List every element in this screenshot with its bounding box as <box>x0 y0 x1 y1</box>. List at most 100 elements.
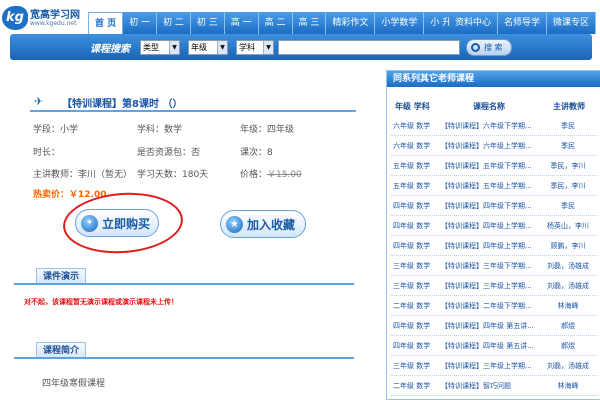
table-row[interactable]: 六年级 数学 【特训课程】六年级上学期... 季民 <box>391 136 597 156</box>
secondary-nav: 资料中心 名师导学 微课专区 <box>448 12 596 34</box>
main-nav: 首 页 初 一 初 二 初 三 高 一 高 二 高 三 精彩作文 小学数学 小 … <box>88 12 471 34</box>
col-header-teacher: 主讲教师 <box>553 102 585 111</box>
row-grade-subject: 六年级 数学 <box>393 122 431 130</box>
nav-item-teachers[interactable]: 名师导学 <box>497 12 547 34</box>
course-grade: 年级：四年级 <box>240 125 295 135</box>
related-courses-panel: 同系列其它老师课程 年级 学科 课程名称 主讲教师 六年级 数学 【特训课程】六… <box>386 70 600 400</box>
nav-item-resources[interactable]: 资料中心 <box>448 12 498 34</box>
chevron-down-icon: ▼ <box>263 41 273 54</box>
row-teacher[interactable]: 季民，李川 <box>539 161 597 171</box>
subject-select-value: 学科 <box>239 43 255 52</box>
course-lessons: 课次：8 <box>240 148 273 158</box>
nav-item-grade12[interactable]: 高 三 <box>292 12 327 34</box>
table-row[interactable]: 四年级 数学 【特训课程】四年级 第五讲... 郝煜 <box>391 336 597 356</box>
row-grade-subject: 五年级 数学 <box>393 162 431 170</box>
course-subject: 学科：数学 <box>137 125 183 135</box>
nav-item-grade8[interactable]: 初 二 <box>157 12 191 34</box>
row-grade-subject: 四年级 数学 <box>393 342 431 350</box>
row-grade-subject: 二年级 数学 <box>393 302 431 310</box>
row-teacher[interactable]: 林海峰 <box>539 301 597 311</box>
nav-item-grade10[interactable]: 高 一 <box>224 12 259 34</box>
course-title-row: ✈ 【特训课程】第8课时 （） <box>30 94 356 111</box>
star-icon: ★ <box>226 216 243 233</box>
row-course-name[interactable]: 【特训课程】四年级上学期... <box>441 221 537 231</box>
row-grade-subject: 六年级 数学 <box>393 142 431 150</box>
course-resource-pack: 是否资源包：否 <box>137 148 201 158</box>
row-course-name[interactable]: 【特训课程】五年级下学期... <box>441 161 537 171</box>
price-original: ￥15.00 <box>267 170 302 180</box>
table-row[interactable]: 五年级 数学 【特训课程】五年级上学期... 季民，李川 <box>391 176 597 196</box>
site-logo[interactable]: kg 宽高学习网 www.kgedu.net <box>2 4 86 34</box>
grade-select-value: 年级 <box>191 43 207 52</box>
row-course-name[interactable]: 【特训课程】六年级下学期... <box>441 121 537 131</box>
nav-item-microclass[interactable]: 微课专区 <box>546 12 596 34</box>
row-course-name[interactable]: 【特训课程】六年级上学期... <box>441 141 537 151</box>
nav-item-grade11[interactable]: 高 二 <box>258 12 293 34</box>
row-course-name[interactable]: 【特训课程】智巧问题 <box>441 381 537 391</box>
chevron-down-icon: ▼ <box>217 41 227 54</box>
row-course-name[interactable]: 【特训课程】四年级 第五讲... <box>441 321 537 331</box>
table-row[interactable]: 四年级 数学 【特训课程】四年级下学期... 季民 <box>391 196 597 216</box>
table-row[interactable]: 三年级 数学 【特训课程】三年级下学期... 刘磊，汤雄成 <box>391 256 597 276</box>
intro-section-divider <box>14 357 354 359</box>
course-price: 价格：￥15.00 <box>240 167 302 180</box>
col-header-grade-subject: 年级 学科 <box>395 102 430 111</box>
table-row[interactable]: 四年级 数学 【特训课程】四年级 第五讲... 郝煜 <box>391 316 597 336</box>
grade-select[interactable]: 年级 ▼ <box>188 40 228 55</box>
row-teacher[interactable]: 季民 <box>539 121 597 131</box>
row-teacher[interactable]: 刘磊，汤雄成 <box>539 281 597 291</box>
row-teacher[interactable]: 郝煜 <box>539 321 597 331</box>
row-teacher[interactable]: 季民 <box>539 201 597 211</box>
table-row[interactable]: 四年级 数学 【特训课程】四年级上学期... 杨英山，李川 <box>391 216 597 236</box>
row-teacher[interactable]: 顾鹏，李川 <box>539 241 597 251</box>
table-row[interactable]: 五年级 数学 【特训课程】五年级下学期... 季民，李川 <box>391 156 597 176</box>
related-courses-title: 同系列其它老师课程 <box>387 71 600 87</box>
search-icon <box>471 43 480 52</box>
row-teacher[interactable]: 刘磊，汤雄成 <box>539 261 597 271</box>
row-grade-subject: 四年级 数学 <box>393 322 431 330</box>
row-teacher[interactable]: 季民，李川 <box>539 181 597 191</box>
type-select-value: 类型 <box>143 43 159 52</box>
nav-item-essays[interactable]: 精彩作文 <box>326 12 376 34</box>
table-row[interactable]: 三年级 数学 【特训课程】三年级上学期... 刘磊，汤雄成 <box>391 356 597 376</box>
col-header-course-name: 课程名称 <box>473 102 505 111</box>
course-search-bar: 课程搜索 类型 ▼ 年级 ▼ 学科 ▼ 搜 索 <box>10 34 592 60</box>
demo-section-header: 课件演示 <box>14 268 354 285</box>
search-button[interactable]: 搜 索 <box>466 39 512 56</box>
row-teacher[interactable]: 季民 <box>539 141 597 151</box>
row-course-name[interactable]: 【特训课程】五年级上学期... <box>441 181 537 191</box>
row-course-name[interactable]: 【特训课程】三年级下学期... <box>441 261 537 271</box>
course-study-days: 学习天数：180天 <box>137 170 209 180</box>
intro-text: 四年级寒假课程 <box>42 379 106 389</box>
logo-mark: kg <box>2 6 28 30</box>
nav-item-home[interactable]: 首 页 <box>88 12 124 34</box>
row-course-name[interactable]: 【特训课程】四年级下学期... <box>441 201 537 211</box>
table-row[interactable]: 六年级 数学 【特训课程】六年级下学期... 季民 <box>391 116 597 136</box>
row-course-name[interactable]: 【特训课程】三年级上学期... <box>441 281 537 291</box>
table-row[interactable]: 二年级 数学 【特训课程】智巧问题 林海峰 <box>391 376 597 396</box>
search-button-label: 搜 索 <box>484 43 503 52</box>
table-row[interactable]: 二年级 数学 【特训课程】二年级下学期... 林海峰 <box>391 296 597 316</box>
subject-select[interactable]: 学科 ▼ <box>236 40 274 55</box>
table-row[interactable]: 四年级 数学 【特训课程】四年级上学期... 顾鹏，李川 <box>391 236 597 256</box>
row-teacher[interactable]: 刘磊，汤雄成 <box>539 361 597 371</box>
add-favorite-button[interactable]: ★ 加入收藏 <box>220 210 306 238</box>
row-course-name[interactable]: 【特训课程】四年级上学期... <box>441 241 537 251</box>
add-favorite-label: 加入收藏 <box>247 218 296 232</box>
table-row[interactable]: 三年级 数学 【特训课程】三年级上学期... 刘磊，汤雄成 <box>391 276 597 296</box>
row-teacher[interactable]: 郝煜 <box>539 341 597 351</box>
search-input[interactable] <box>278 40 460 55</box>
nav-item-grade7[interactable]: 初 一 <box>123 12 158 34</box>
row-grade-subject: 二年级 数学 <box>393 382 431 390</box>
row-grade-subject: 三年级 数学 <box>393 362 431 370</box>
intro-section-header: 课程简介 <box>14 342 354 359</box>
row-course-name[interactable]: 【特训课程】三年级上学期... <box>441 361 537 371</box>
row-course-name[interactable]: 【特训课程】二年级下学期... <box>441 301 537 311</box>
row-teacher[interactable]: 杨英山，李川 <box>539 221 597 231</box>
nav-item-grade9[interactable]: 初 三 <box>190 12 225 34</box>
nav-item-primary-math[interactable]: 小学数学 <box>375 12 425 34</box>
row-course-name[interactable]: 【特训课程】四年级 第五讲... <box>441 341 537 351</box>
row-grade-subject: 三年级 数学 <box>393 262 431 270</box>
type-select[interactable]: 类型 ▼ <box>140 40 180 55</box>
row-teacher[interactable]: 林海峰 <box>539 381 597 391</box>
